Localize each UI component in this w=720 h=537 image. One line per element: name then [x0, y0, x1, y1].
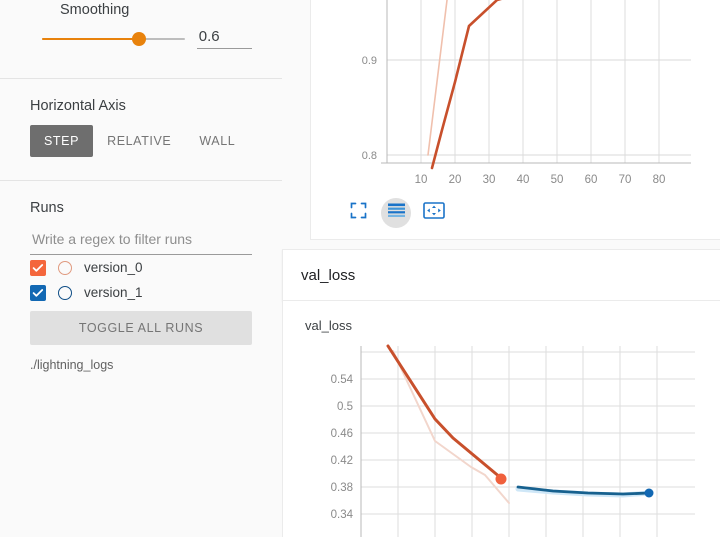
- run-checkbox-version-0[interactable]: [30, 259, 46, 276]
- top-chart-plot[interactable]: 0.9 0.8 10 20 30 40 50 60 70 80: [311, 0, 720, 190]
- logdir-path: ./lightning_logs: [30, 358, 114, 372]
- svg-text:70: 70: [619, 174, 632, 186]
- svg-text:0.46: 0.46: [331, 428, 353, 440]
- sidebar: Smoothing 0.6 Horizontal Axis STEP RELAT…: [0, 0, 282, 537]
- data-table-icon: [387, 203, 406, 223]
- expand-arrows-button[interactable]: [419, 198, 449, 228]
- fit-to-screen-button[interactable]: [343, 198, 373, 228]
- svg-text:0.8: 0.8: [362, 150, 377, 162]
- svg-text:0.54: 0.54: [331, 374, 354, 386]
- svg-text:80: 80: [653, 174, 666, 186]
- top-chart-controls: [343, 198, 449, 228]
- smoothing-value-input[interactable]: 0.6: [196, 28, 252, 49]
- horizontal-axis-option-relative[interactable]: RELATIVE: [93, 125, 185, 157]
- horizontal-axis-label: Horizontal Axis: [30, 98, 126, 114]
- run-color-circle-version-1: [58, 285, 72, 300]
- svg-text:10: 10: [415, 174, 428, 186]
- horizontal-axis-option-step[interactable]: STEP: [30, 125, 94, 157]
- horizontal-axis-button-group: STEP RELATIVE WALL: [30, 125, 282, 157]
- runs-label: Runs: [30, 200, 64, 216]
- runs-filter-input[interactable]: [30, 230, 252, 248]
- svg-text:50: 50: [551, 174, 564, 186]
- svg-text:0.42: 0.42: [331, 455, 353, 467]
- val-loss-header-card[interactable]: val_loss: [282, 249, 720, 301]
- val-loss-chart-title: val_loss: [305, 318, 352, 333]
- val-loss-version-0-endpoint: [495, 473, 507, 485]
- smoothing-slider[interactable]: [30, 31, 185, 47]
- run-item-version-0[interactable]: version_0: [30, 255, 282, 280]
- run-label-version-1: version_1: [84, 285, 143, 300]
- fit-to-screen-icon: [350, 202, 367, 224]
- svg-text:0.5: 0.5: [337, 401, 353, 413]
- data-table-button[interactable]: [381, 198, 411, 228]
- runs-section: Runs version_0: [0, 181, 282, 372]
- svg-text:0.38: 0.38: [331, 482, 353, 494]
- val-loss-plot[interactable]: 0.54 0.5 0.46 0.42 0.38 0.34: [283, 341, 720, 537]
- expand-arrows-icon: [423, 202, 445, 224]
- slider-fill: [42, 37, 140, 40]
- val-loss-header-title: val_loss: [301, 267, 356, 284]
- val-loss-version-1-endpoint: [644, 488, 654, 498]
- run-color-circle-version-0: [58, 260, 72, 275]
- slider-thumb[interactable]: [132, 31, 146, 46]
- svg-text:0.9: 0.9: [362, 55, 377, 67]
- svg-text:0.34: 0.34: [331, 509, 354, 521]
- svg-text:40: 40: [517, 174, 530, 186]
- top-chart-card: 0.9 0.8 10 20 30 40 50 60 70 80: [310, 0, 720, 240]
- tensorboard-app: Smoothing 0.6 Horizontal Axis STEP RELAT…: [0, 0, 720, 537]
- svg-text:20: 20: [449, 174, 462, 186]
- val-loss-chart-card: val_loss 0.54 0.5 0.46 0.42 0.38 0.34: [282, 301, 720, 537]
- main-content: 0.9 0.8 10 20 30 40 50 60 70 80 val_loss…: [282, 0, 720, 537]
- horizontal-axis-option-wall[interactable]: WALL: [185, 125, 249, 157]
- svg-text:30: 30: [483, 174, 496, 186]
- run-item-version-1[interactable]: version_1: [30, 280, 282, 305]
- run-label-version-0: version_0: [84, 260, 143, 275]
- runs-filter[interactable]: [30, 230, 252, 255]
- svg-text:60: 60: [585, 174, 598, 186]
- smoothing-label: Smoothing: [60, 2, 130, 18]
- run-checkbox-version-1[interactable]: [30, 284, 46, 301]
- horizontal-axis-section: Horizontal Axis STEP RELATIVE WALL: [0, 79, 282, 157]
- toggle-all-runs-button[interactable]: TOGGLE ALL RUNS: [30, 311, 252, 345]
